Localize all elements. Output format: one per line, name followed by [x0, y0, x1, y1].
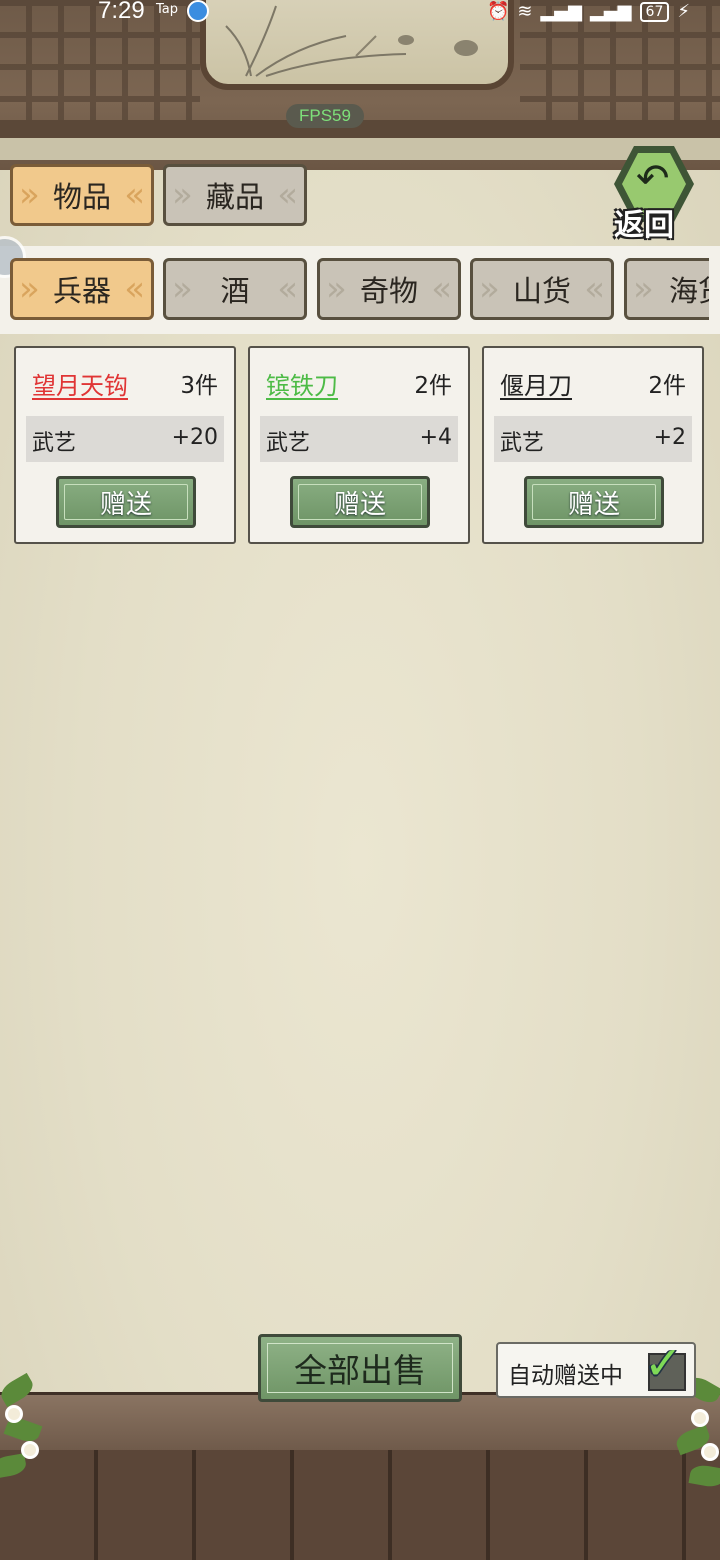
item-name[interactable]: 偃月刀: [500, 366, 572, 401]
browser-app-icon: [187, 0, 209, 22]
item-stat-row: 武艺 +20: [26, 416, 224, 462]
tab-sea-goods[interactable]: 海货: [624, 258, 709, 320]
tab-label: 奇物: [359, 274, 418, 308]
tab-collection[interactable]: 藏品: [163, 164, 307, 226]
tab-label: 酒: [220, 274, 250, 308]
game-screen: 7:29 Tap ⏰ ≋ ▂▄▆ ▂▄▆ 67 ⚡ FPS59 物品 藏品 ↶ …: [0, 0, 720, 1560]
back-button[interactable]: ↶ 返回: [606, 140, 702, 243]
signal-4g-icon: ▂▄▆: [590, 1, 632, 22]
tab-label: 海货: [669, 274, 709, 308]
wood-planks: [0, 1450, 720, 1560]
stat-name: 武艺: [32, 431, 77, 456]
item-count: 2件: [414, 373, 452, 399]
tab-label: 兵器: [52, 274, 111, 308]
wifi-icon: ≋: [517, 1, 533, 22]
item-name[interactable]: 镔铁刀: [266, 366, 338, 401]
item-card: 望月天钩 3件 武艺 +20 赠送: [14, 346, 236, 544]
fps-counter: FPS59: [286, 104, 364, 128]
item-count: 3件: [180, 373, 218, 399]
signal-4g-icon: ▂▄▆: [540, 1, 582, 22]
gift-button[interactable]: 赠送: [524, 476, 664, 528]
item-stat-row: 武艺 +4: [260, 416, 458, 462]
item-card: 偃月刀 2件 武艺 +2 赠送: [482, 346, 704, 544]
stat-value: +4: [419, 425, 452, 450]
sell-all-button[interactable]: 全部出售: [258, 1334, 462, 1402]
item-stat-row: 武艺 +2: [494, 416, 692, 462]
gift-button[interactable]: 赠送: [290, 476, 430, 528]
tap-app-icon: Tap: [156, 2, 179, 17]
clock: 7:29: [98, 0, 145, 24]
battery-icon: 67: [639, 2, 670, 22]
stat-value: +20: [171, 425, 218, 450]
tab-wine[interactable]: 酒: [163, 258, 307, 320]
flower-icon: [24, 1444, 36, 1456]
alarm-icon: ⏰: [486, 1, 510, 22]
tab-weapons[interactable]: 兵器: [10, 258, 154, 320]
flower-icon: [8, 1408, 20, 1420]
status-icons: ⏰ ≋ ▂▄▆ ▂▄▆ 67 ⚡: [487, 0, 690, 24]
tab-items[interactable]: 物品: [10, 164, 154, 226]
tab-curios[interactable]: 奇物: [317, 258, 461, 320]
charging-icon: ⚡: [677, 1, 690, 22]
stat-name: 武艺: [266, 431, 311, 456]
status-bar: 7:29 Tap ⏰ ≋ ▂▄▆ ▂▄▆ 67 ⚡: [0, 0, 720, 26]
tab-label: 物品: [52, 180, 111, 214]
item-count: 2件: [648, 373, 686, 399]
back-label: 返回: [614, 208, 674, 243]
item-name[interactable]: 望月天钩: [32, 366, 128, 401]
tab-label: 山货: [512, 274, 571, 308]
tab-mountain-goods[interactable]: 山货: [470, 258, 614, 320]
tab-label: 藏品: [205, 180, 264, 214]
tab-clip: 海货: [623, 250, 709, 330]
auto-gift-toggle[interactable]: 自动赠送中 ✓: [496, 1336, 696, 1398]
flower-icon: [694, 1412, 706, 1424]
return-arrow-icon: ↶: [636, 156, 670, 202]
auto-gift-label: 自动赠送中: [508, 1363, 623, 1389]
checkmark-icon: ✓: [644, 1336, 683, 1390]
stat-name: 武艺: [500, 431, 545, 456]
item-card: 镔铁刀 2件 武艺 +4 赠送: [248, 346, 470, 544]
gift-button[interactable]: 赠送: [56, 476, 196, 528]
flower-icon: [704, 1446, 716, 1458]
stat-value: +2: [653, 425, 686, 450]
